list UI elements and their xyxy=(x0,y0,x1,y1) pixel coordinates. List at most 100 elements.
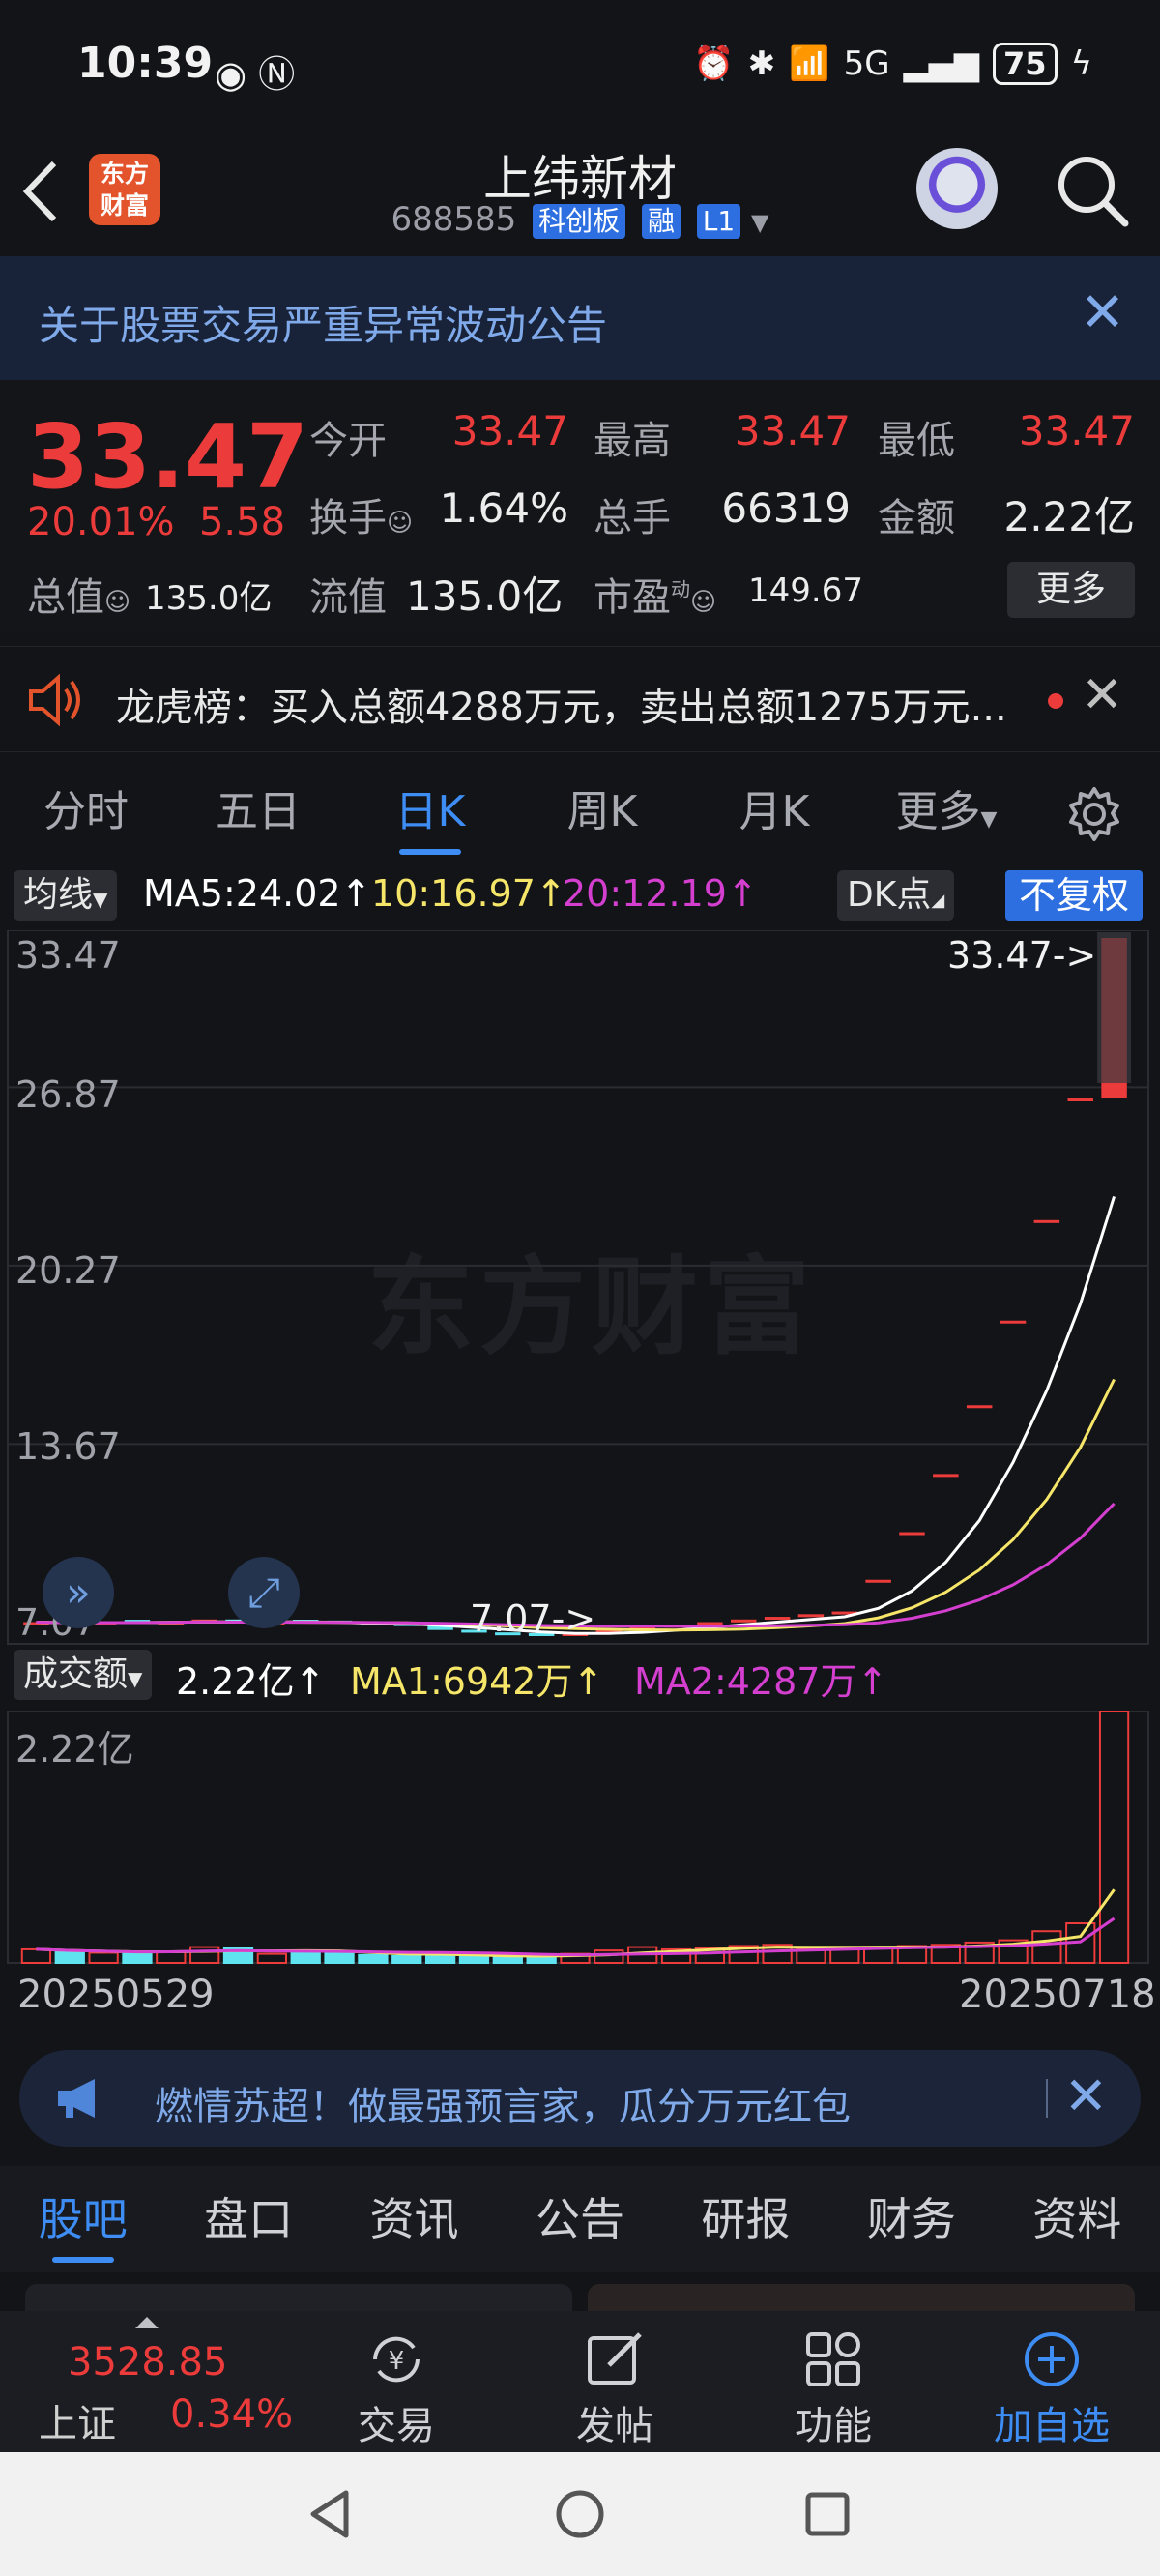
dragon-tiger-text[interactable]: 龙虎榜：买入总额4288万元，卖出总额1275万元... xyxy=(116,676,1007,732)
volume-legend: 成交额▼ 2.22亿↑ MA1:6942万↑ MA2:4287万↑ xyxy=(0,1648,1160,1703)
index-value[interactable]: 3528.85 xyxy=(68,2340,227,2385)
features-button[interactable]: 功能 xyxy=(737,2311,930,2452)
close-icon[interactable]: ✕ xyxy=(1081,666,1123,724)
post-button[interactable]: 发帖 xyxy=(518,2311,711,2452)
volume-bar xyxy=(256,1952,287,1965)
bluetooth-icon: ✱ xyxy=(747,44,776,83)
ma-selector[interactable]: 均线▼ xyxy=(14,870,118,921)
vol-ma2-label: MA2:4287万↑ xyxy=(634,1660,888,1703)
notice-banner[interactable]: 关于股票交易严重异常波动公告 ✕ xyxy=(0,256,1160,380)
end-date-label: 20250718 xyxy=(959,1973,1156,2017)
tab-monthly-k[interactable]: 月K xyxy=(688,764,860,861)
kline-svg xyxy=(7,930,1149,1645)
megaphone-icon xyxy=(58,2079,95,2118)
volume-bar xyxy=(424,1953,456,1964)
candle xyxy=(697,1622,723,1625)
candle xyxy=(1033,1219,1060,1223)
tag-board: 科创板 xyxy=(533,204,626,239)
low-value: 33.47 xyxy=(1018,407,1135,454)
y-tick-label: 20.27 xyxy=(15,1249,121,1292)
change-percent: 20.01% xyxy=(27,500,175,544)
nav-back-icon[interactable] xyxy=(302,2483,363,2545)
amount-value: 2.22亿 xyxy=(1003,493,1135,541)
dropdown-caret-icon[interactable]: ▼ xyxy=(751,209,768,236)
index-percent[interactable]: 0.34% xyxy=(170,2392,293,2437)
speaker-icon xyxy=(29,674,80,726)
tab-daily-k[interactable]: 日K xyxy=(344,764,516,861)
stock-header: 上纬新材 688585 科创板 融 L1 ▼ 东方 财富 xyxy=(0,140,1160,256)
tab-forum[interactable]: 股吧 xyxy=(0,2166,165,2272)
stock-code: 688585 xyxy=(391,200,517,239)
turnover-value: 1.64% xyxy=(439,484,568,532)
tab-more[interactable]: 更多▼ xyxy=(860,764,1032,861)
back-arrow-icon xyxy=(22,161,57,222)
back-button[interactable] xyxy=(21,158,79,235)
volume-bar xyxy=(392,1954,422,1964)
fullscreen-icon[interactable]: ⤢ xyxy=(228,1557,300,1628)
candle xyxy=(1000,1320,1027,1324)
nav-home-icon[interactable] xyxy=(549,2483,611,2545)
turnover-label: 换手☺ xyxy=(309,496,414,541)
high-label: 最高 xyxy=(594,419,671,463)
dropdown-caret-icon: ▼ xyxy=(980,807,998,832)
index-name[interactable]: 上证 xyxy=(39,2392,116,2448)
expand-left-icon[interactable]: » xyxy=(43,1557,114,1628)
eastmoney-logo[interactable]: 东方 财富 xyxy=(89,154,160,225)
robot-assistant-icon[interactable] xyxy=(916,148,998,229)
dropdown-caret-icon: ▼ xyxy=(128,1667,143,1690)
amount-label: 金额 xyxy=(878,496,955,541)
features-label: 功能 xyxy=(795,2404,872,2448)
volume-bar xyxy=(458,1954,490,1964)
notice-text[interactable]: 关于股票交易严重异常波动公告 xyxy=(39,293,607,352)
promo-banner[interactable]: 燃情苏超！做最强预言家，瓜分万元红包 ✕ xyxy=(19,2050,1141,2147)
tab-financials[interactable]: 财务 xyxy=(828,2166,994,2272)
tag-level: L1 xyxy=(696,204,741,239)
nav-recents-icon[interactable] xyxy=(797,2483,858,2545)
trade-button[interactable]: ¥ 交易 xyxy=(300,2311,493,2452)
y-tick-label: 26.87 xyxy=(15,1073,121,1116)
search-icon[interactable] xyxy=(1054,152,1131,229)
volume-bar xyxy=(324,1951,355,1964)
banner-text[interactable]: 燃情苏超！做最强预言家，瓜分万元红包 xyxy=(155,2075,851,2131)
wifi-icon: 📶 xyxy=(789,44,830,83)
volume-selector[interactable]: 成交额▼ xyxy=(14,1650,153,1700)
open-value: 33.47 xyxy=(451,407,568,454)
add-watchlist-button[interactable]: 加自选 xyxy=(955,2311,1148,2452)
volume-label: 总手 xyxy=(594,496,671,541)
expand-caret-icon[interactable] xyxy=(135,2317,159,2328)
status-right-icons: ⏰ ✱ 📶 5G ▂▄▆ 75 ϟ xyxy=(693,43,1092,85)
volume-bar xyxy=(20,1947,52,1965)
ma-legend: 均线▼ MA5:24.02↑ 10:16.97↑ 20:12.19↑ DK点◢ … xyxy=(0,868,1160,924)
tab-weekly-k[interactable]: 周K xyxy=(516,764,688,861)
volume-bar xyxy=(122,1952,153,1965)
tab-research[interactable]: 研报 xyxy=(663,2166,828,2272)
volume-value: 2.22亿↑ xyxy=(176,1660,326,1703)
dk-point-selector[interactable]: DK点◢ xyxy=(837,870,955,921)
highlight-column xyxy=(1097,932,1131,1083)
info-tabs: 股吧 盘口 资讯 公告 研报 财务 资料 xyxy=(0,2166,1160,2272)
tab-news[interactable]: 资讯 xyxy=(332,2166,497,2272)
dropdown-caret-icon: ▼ xyxy=(93,888,108,911)
more-quote-button[interactable]: 更多 xyxy=(1007,562,1135,618)
close-icon[interactable]: ✕ xyxy=(1080,281,1125,344)
volume-bar xyxy=(829,1947,860,1965)
gear-icon[interactable] xyxy=(1065,785,1123,843)
y-tick-label: 33.47 xyxy=(15,934,121,977)
tab-intraday[interactable]: 分时 xyxy=(0,764,172,861)
volume-axis-max: 2.22亿 xyxy=(15,1728,134,1771)
status-bar: 10:39 ◉ Ⓝ ⏰ ✱ 📶 5G ▂▄▆ 75 ϟ xyxy=(0,0,1160,140)
tab-profile[interactable]: 资料 xyxy=(995,2166,1160,2272)
close-icon[interactable]: ✕ xyxy=(1064,2065,1108,2126)
min-price-tag: 7.07-> xyxy=(470,1597,596,1640)
kline-chart[interactable]: 东方财富 33.47 26.87 20.27 13.67 7.07 33.47-… xyxy=(0,930,1160,1646)
volume-chart[interactable]: 2.22亿 xyxy=(0,1706,1160,1967)
tab-announcements[interactable]: 公告 xyxy=(497,2166,662,2272)
tab-five-day[interactable]: 五日 xyxy=(172,764,344,861)
dragon-tiger-bar[interactable]: 龙虎榜：买入总额4288万元，卖出总额1275万元... ✕ xyxy=(0,646,1160,752)
tab-orderbook[interactable]: 盘口 xyxy=(165,2166,331,2272)
candle xyxy=(933,1474,959,1478)
price-adjust-button[interactable]: 不复权 xyxy=(1005,870,1144,921)
candle xyxy=(798,1614,825,1618)
candle xyxy=(731,1619,757,1623)
status-time: 10:39 xyxy=(77,39,214,88)
